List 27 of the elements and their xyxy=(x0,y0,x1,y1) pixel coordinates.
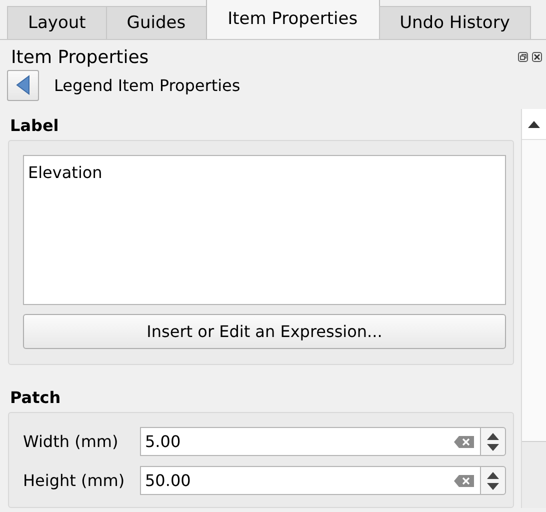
expression-button[interactable]: Insert or Edit an Expression... xyxy=(23,314,506,349)
close-icon[interactable] xyxy=(532,52,542,62)
section-heading: Patch xyxy=(9,387,62,409)
back-button[interactable] xyxy=(7,70,39,100)
clear-icon[interactable] xyxy=(454,474,474,486)
number-field[interactable]: 5.00 xyxy=(140,427,480,456)
float-icon[interactable] xyxy=(518,52,528,62)
field-label: Width (mm) xyxy=(23,432,120,451)
field-label: Height (mm) xyxy=(23,471,126,490)
up-down-arrows-icon xyxy=(487,432,499,452)
label-text-area[interactable]: Elevation xyxy=(23,155,506,305)
panel-title: Item Properties xyxy=(11,46,149,68)
up-down-arrows-icon xyxy=(487,470,499,490)
panel-subtitle: Legend Item Properties xyxy=(54,76,240,94)
spin-buttons[interactable] xyxy=(480,427,506,456)
scrollbar-thumb[interactable] xyxy=(522,442,546,508)
spin-buttons[interactable] xyxy=(480,466,506,495)
clear-icon[interactable] xyxy=(454,436,474,448)
tab[interactable]: Layout xyxy=(7,6,107,39)
back-arrow-icon xyxy=(16,75,30,95)
number-field[interactable]: 50.00 xyxy=(140,466,480,495)
scroll-up-icon[interactable] xyxy=(528,120,540,128)
tab[interactable]: Undo History xyxy=(378,6,531,39)
tab[interactable]: Guides xyxy=(106,6,207,39)
section-heading: Label xyxy=(9,115,60,137)
scrollbar[interactable] xyxy=(521,109,546,508)
tab[interactable]: Item Properties xyxy=(206,0,380,39)
